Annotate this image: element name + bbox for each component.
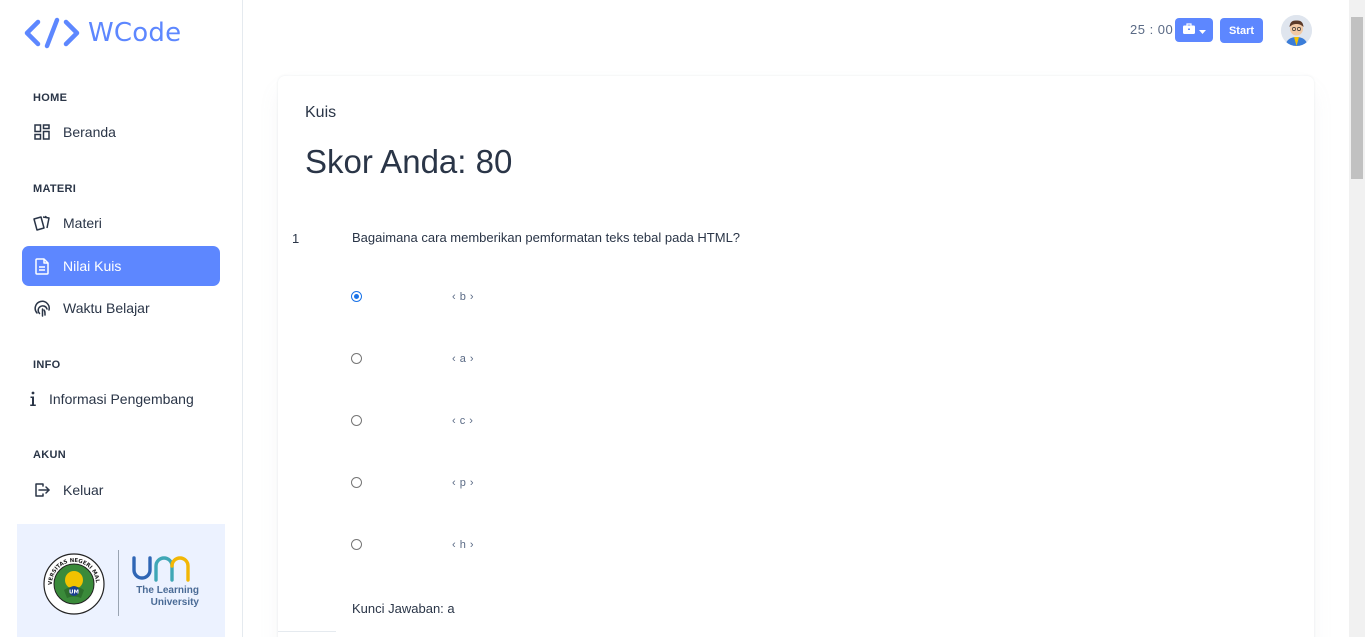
brand-name: WCode [88,18,182,48]
start-button[interactable]: Start [1220,18,1263,43]
option-radio-c[interactable] [351,415,362,426]
sidebar-item-informasi-pengembang[interactable]: Informasi Pengembang [22,379,220,419]
sidebar-item-label: Materi [63,215,102,231]
question-number: 1 [292,231,300,246]
sidebar-item-keluar[interactable]: Keluar [22,470,220,510]
info-icon [28,390,38,408]
seal-mark: UM [69,590,79,596]
score-heading: Skor Anda: 80 [305,143,513,180]
question-text: Bagaimana cara memberikan pemformatan te… [352,230,741,245]
sidebar-item-beranda[interactable]: Beranda [22,112,220,152]
option-label: ‹ b › [452,291,475,303]
nav-caption-akun: AKUN [33,449,66,461]
card-title: Kuis [305,104,337,121]
sidebar: WCode HOME Beranda MATERI Materi Nilai K… [0,0,243,637]
nav-caption-materi: MATERI [33,183,77,195]
sidebar-item-waktu-belajar[interactable]: Waktu Belajar [22,288,220,328]
option-radio-p[interactable] [351,477,362,488]
scrollbar-thumb[interactable] [1351,17,1363,179]
answer-key: Kunci Jawaban: a [352,601,455,616]
quiz-timer: 25 : 00 [1130,22,1174,37]
um-tagline: The Learning University [123,585,199,609]
briefcase-icon [1182,21,1195,39]
scrollbar[interactable] [1349,0,1365,637]
sidebar-item-label: Nilai Kuis [63,258,122,274]
sidebar-item-label: Waktu Belajar [63,300,150,316]
university-seal-icon: UM UNIVERSITAS NEGERI MALANG [41,549,105,620]
option-radio-a[interactable] [351,353,362,364]
option-radio-h[interactable] [351,539,362,550]
tools-dropdown-button[interactable] [1175,18,1213,42]
divider [278,631,336,632]
sidebar-item-label: Beranda [63,124,116,140]
dashboard-icon [33,123,51,141]
option-radio-b[interactable] [351,291,362,302]
fingerprint-icon [33,299,51,317]
um-logo-icon [131,552,201,589]
option-label: ‹ a › [452,353,475,365]
sidebar-item-label: Keluar [63,482,104,498]
code-brackets-icon [22,17,82,49]
option-label: ‹ p › [452,477,475,489]
university-logo-panel: UM UNIVERSITAS NEGERI MALANG The Learnin… [17,524,225,637]
um-tagline-line2: University [150,597,199,608]
sidebar-item-nilai-kuis[interactable]: Nilai Kuis [22,246,220,286]
option-label: ‹ c › [452,415,474,427]
sidebar-item-label: Informasi Pengembang [49,391,194,407]
avatar[interactable] [1281,15,1312,46]
brand-logo[interactable]: WCode [22,16,181,50]
cards-icon [33,214,51,232]
um-tagline-line1: The Learning [136,585,199,596]
logout-icon [33,481,51,499]
nav-caption-info: INFO [33,359,61,371]
caret-down-icon [1198,21,1206,39]
file-text-icon [33,257,51,275]
option-label: ‹ h › [452,539,475,551]
logo-divider [118,550,119,616]
sidebar-item-materi[interactable]: Materi [22,203,220,243]
nav-caption-home: HOME [33,92,68,104]
